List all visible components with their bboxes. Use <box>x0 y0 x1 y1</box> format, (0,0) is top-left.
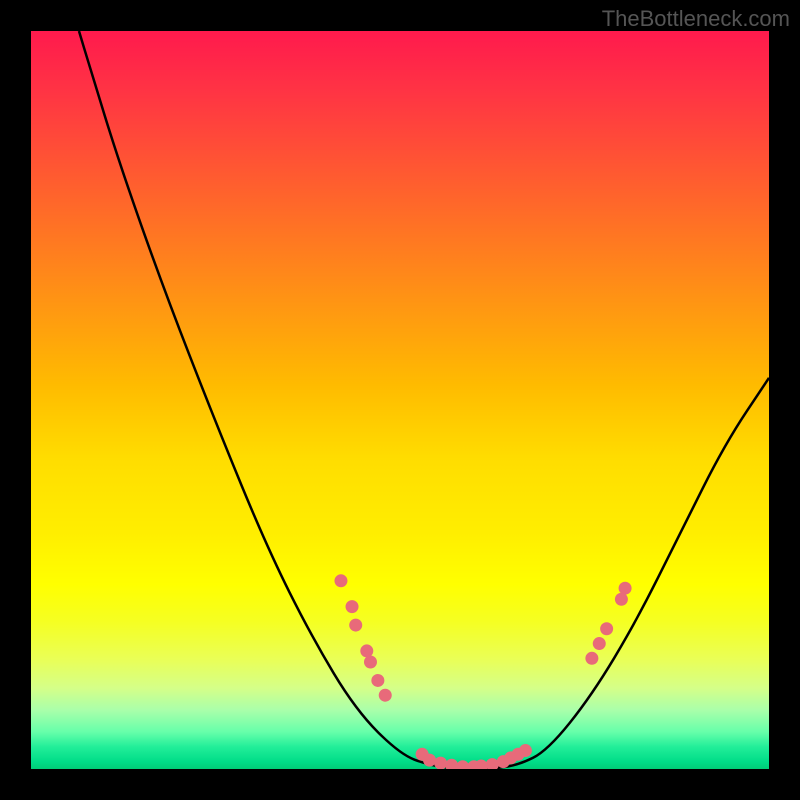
data-marker <box>334 574 347 587</box>
data-marker <box>600 622 613 635</box>
data-marker <box>619 582 632 595</box>
bottleneck-curve <box>79 31 769 769</box>
data-marker <box>615 593 628 606</box>
data-marker <box>379 689 392 702</box>
data-marker <box>486 758 499 769</box>
data-marker <box>593 637 606 650</box>
chart-container: TheBottleneck.com <box>0 0 800 800</box>
data-marker <box>585 652 598 665</box>
data-marker <box>360 644 373 657</box>
curve-line <box>79 31 769 769</box>
chart-svg <box>31 31 769 769</box>
data-marker <box>445 759 458 769</box>
data-markers <box>334 574 631 769</box>
data-marker <box>434 757 447 769</box>
data-marker <box>346 600 359 613</box>
data-marker <box>364 655 377 668</box>
watermark-text: TheBottleneck.com <box>602 6 790 32</box>
data-marker <box>423 754 436 767</box>
data-marker <box>456 760 469 769</box>
data-marker <box>349 619 362 632</box>
data-marker <box>371 674 384 687</box>
data-marker <box>519 744 532 757</box>
